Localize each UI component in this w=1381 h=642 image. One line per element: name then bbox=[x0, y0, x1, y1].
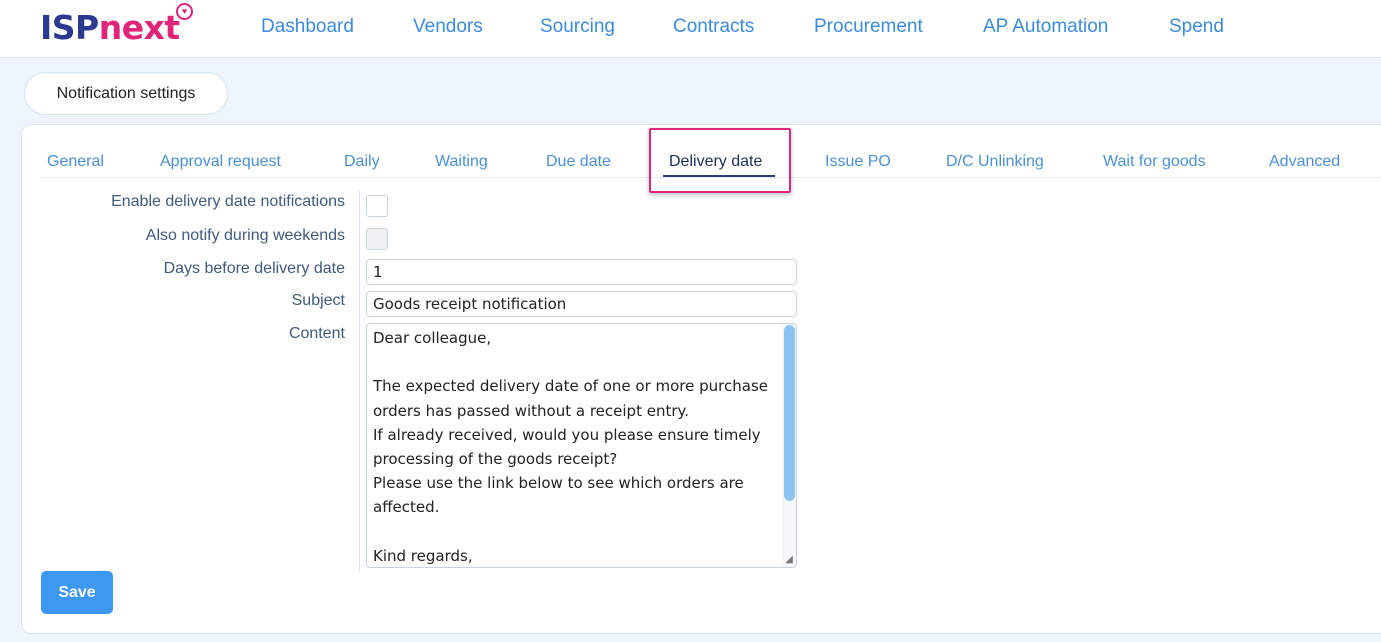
tab-approval-request[interactable]: Approval request bbox=[160, 151, 281, 173]
logo-text-isp: ISP bbox=[40, 8, 99, 47]
tab-dc-unlinking[interactable]: D/C Unlinking bbox=[946, 151, 1044, 173]
weekend-notify-checkbox[interactable] bbox=[366, 228, 388, 250]
weekend-notify-label: Also notify during weekends bbox=[145, 227, 345, 244]
logo-text-next: next bbox=[98, 8, 180, 47]
nav-dashboard[interactable]: Dashboard bbox=[261, 15, 354, 39]
days-before-label: Days before delivery date bbox=[163, 260, 345, 277]
tab-general[interactable]: General bbox=[47, 151, 104, 173]
days-before-input[interactable]: 1 bbox=[366, 259, 797, 285]
highlight-annotation-box bbox=[649, 128, 791, 193]
resize-handle-icon[interactable]: ◢ bbox=[783, 554, 795, 566]
content-text: Dear colleague, The expected delivery da… bbox=[373, 329, 768, 565]
ispnext-logo[interactable]: ISPnext bbox=[40, 6, 180, 50]
form-column-divider bbox=[359, 190, 360, 572]
nav-contracts[interactable]: Contracts bbox=[673, 15, 754, 39]
heart-badge-icon: ♥ bbox=[176, 3, 193, 20]
textarea-scrollbar-track[interactable] bbox=[782, 324, 796, 567]
tab-daily[interactable]: Daily bbox=[344, 151, 380, 173]
top-navigation-bar: ISPnext ♥ Dashboard Vendors Sourcing Con… bbox=[0, 0, 1381, 58]
breadcrumb-notification-settings[interactable]: Notification settings bbox=[24, 72, 228, 115]
tab-advanced[interactable]: Advanced bbox=[1269, 151, 1340, 173]
nav-vendors[interactable]: Vendors bbox=[413, 15, 483, 39]
tab-issue-po[interactable]: Issue PO bbox=[825, 151, 891, 173]
nav-spend[interactable]: Spend bbox=[1169, 15, 1224, 39]
subject-input[interactable]: Goods receipt notification bbox=[366, 291, 797, 317]
subject-label: Subject bbox=[291, 292, 345, 309]
tab-wait-for-goods[interactable]: Wait for goods bbox=[1103, 151, 1206, 173]
content-textarea[interactable]: Dear colleague, The expected delivery da… bbox=[366, 323, 797, 568]
content-label: Content bbox=[288, 325, 345, 342]
tab-due-date[interactable]: Due date bbox=[546, 151, 611, 173]
enable-notifications-label: Enable delivery date notifications bbox=[111, 193, 345, 210]
nav-sourcing[interactable]: Sourcing bbox=[540, 15, 615, 39]
nav-procurement[interactable]: Procurement bbox=[814, 15, 923, 39]
save-button[interactable]: Save bbox=[41, 571, 113, 614]
nav-ap-automation[interactable]: AP Automation bbox=[983, 15, 1108, 39]
tab-waiting[interactable]: Waiting bbox=[435, 151, 488, 173]
textarea-scrollbar-thumb[interactable] bbox=[784, 325, 795, 501]
enable-notifications-checkbox[interactable] bbox=[366, 195, 388, 217]
